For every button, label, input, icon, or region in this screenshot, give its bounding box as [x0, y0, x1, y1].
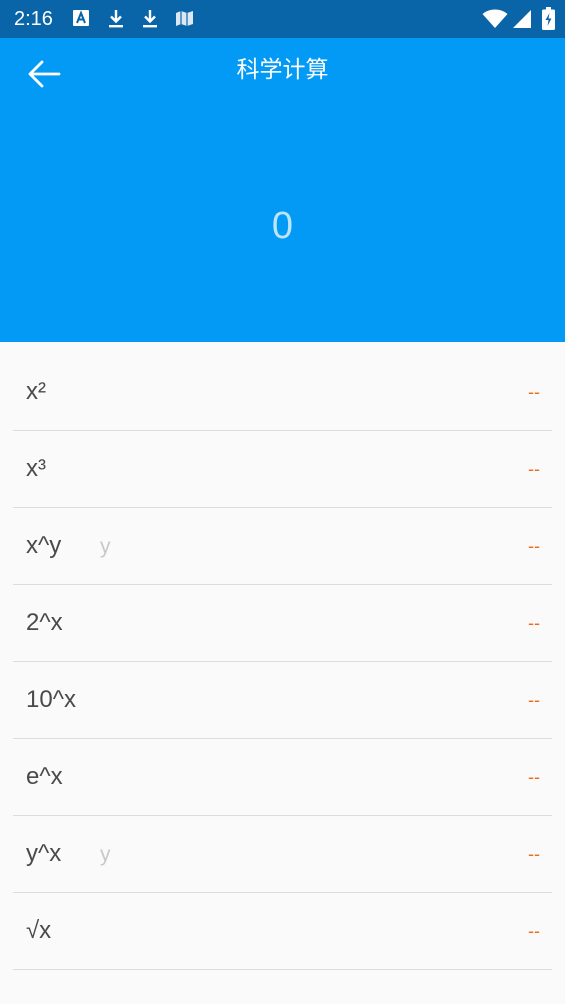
- function-label: 2^x: [26, 609, 63, 636]
- function-result: --: [528, 767, 540, 787]
- function-label: x³: [26, 455, 46, 482]
- function-label: 10^x: [26, 686, 76, 713]
- function-list: x² -- x³ -- x^y -- 2^x -- 10^x -- e^x --…: [13, 354, 552, 970]
- base-y-input[interactable]: [100, 840, 180, 870]
- exponent-y-input[interactable]: [100, 532, 180, 562]
- cell-signal-icon: [513, 10, 531, 28]
- function-result: --: [528, 690, 540, 710]
- list-item-x-cubed[interactable]: x³ --: [13, 431, 552, 508]
- download-icon: [109, 10, 123, 28]
- text-a-icon: [73, 10, 89, 26]
- list-item-e-pow-x[interactable]: e^x --: [13, 739, 552, 816]
- function-label: e^x: [26, 763, 63, 790]
- map-icon: [176, 11, 193, 26]
- function-label: y^x: [26, 840, 62, 867]
- list-item-x-pow-y[interactable]: x^y --: [13, 508, 552, 585]
- function-label: x²: [26, 378, 46, 405]
- function-result: --: [528, 382, 540, 402]
- function-result: --: [528, 844, 540, 864]
- page-title: 科学计算: [236, 57, 329, 83]
- list-item-square-root[interactable]: √x --: [13, 893, 552, 970]
- battery-icon: [542, 7, 555, 30]
- list-item-y-pow-x[interactable]: y^x --: [13, 816, 552, 893]
- display-value: 0: [271, 205, 294, 247]
- list-item-two-pow-x[interactable]: 2^x --: [13, 585, 552, 662]
- status-bar: 2:16: [0, 0, 565, 38]
- download-icon: [143, 10, 157, 28]
- function-result: --: [528, 459, 540, 479]
- function-result: --: [528, 536, 540, 556]
- wifi-icon: [482, 9, 508, 28]
- function-result: --: [528, 921, 540, 941]
- app-bar: 科学计算 0: [0, 38, 565, 342]
- function-label: √x: [26, 917, 52, 944]
- list-item-ten-pow-x[interactable]: 10^x --: [13, 662, 552, 739]
- list-item-x-squared[interactable]: x² --: [13, 354, 552, 431]
- status-time: 2:16: [14, 8, 53, 30]
- function-label: x^y: [26, 532, 62, 559]
- function-result: --: [528, 613, 540, 633]
